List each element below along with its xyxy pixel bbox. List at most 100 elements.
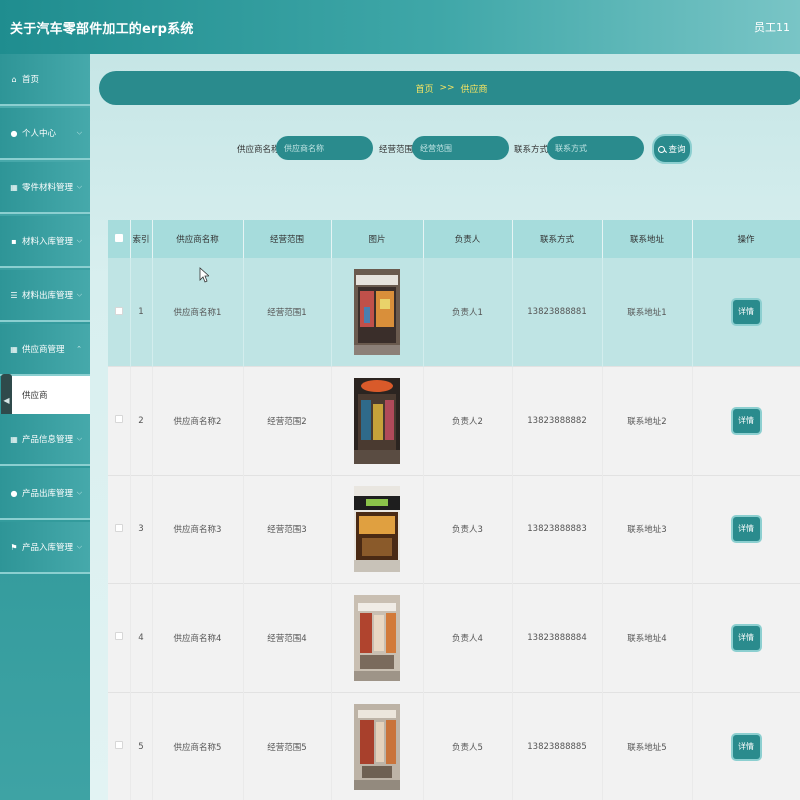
table-row[interactable]: 3 供应商名称3 经营范围3 负责人3 13823888883 联系地址3 详情 bbox=[108, 474, 800, 584]
sidebar-item-label: 零件材料管理 bbox=[22, 183, 74, 193]
mouse-cursor-icon bbox=[199, 267, 209, 283]
row-checkbox[interactable] bbox=[114, 632, 123, 641]
cell-business-scope: 经营范围5 bbox=[243, 691, 332, 800]
cell-address: 联系地址5 bbox=[602, 691, 693, 800]
sidebar-item-label: 产品出库管理 bbox=[22, 489, 74, 499]
sidebar-item-parts-materials[interactable]: ▦ 零件材料管理 ⌵ bbox=[0, 162, 90, 214]
row-select-cell bbox=[108, 474, 131, 584]
contact-input[interactable] bbox=[547, 136, 644, 160]
sidebar-item-material-inbound[interactable]: ▪ 材料入库管理 ⌵ bbox=[0, 216, 90, 268]
column-header: 经营范围 bbox=[243, 220, 332, 258]
search-button-label: 查询 bbox=[668, 145, 686, 155]
cell-action: 详情 bbox=[692, 366, 800, 475]
sidebar-item-home[interactable]: ⌂ 首页 bbox=[0, 54, 90, 106]
sidebar-item-label: 个人中心 bbox=[22, 129, 57, 139]
cell-manager: 负责人4 bbox=[423, 583, 513, 692]
cell-manager: 负责人3 bbox=[423, 474, 513, 584]
home-icon: ⌂ bbox=[11, 74, 17, 84]
sidebar-item-personal-center[interactable]: ● 个人中心 ⌵ bbox=[0, 108, 90, 160]
cell-image bbox=[331, 691, 424, 800]
sidebar-subitem-supplier[interactable]: 供应商 bbox=[12, 376, 90, 414]
list-icon: ☰ bbox=[10, 290, 18, 300]
chevron-down-icon: ⌵ bbox=[76, 128, 82, 137]
cell-phone: 13823888883 bbox=[512, 474, 603, 584]
table-row[interactable]: 2 供应商名称2 经营范围2 负责人2 13823888882 联系地址2 详情 bbox=[108, 366, 800, 475]
cell-business-scope: 经营范围1 bbox=[243, 258, 332, 367]
table-row[interactable]: 4 供应商名称4 经营范围4 负责人4 13823888884 联系地址4 详情 bbox=[108, 583, 800, 692]
cell-phone: 13823888884 bbox=[512, 583, 603, 692]
chevron-up-icon: ⌃ bbox=[76, 345, 82, 353]
grid-icon: ▦ bbox=[10, 344, 18, 354]
breadcrumb-current: 供应商 bbox=[460, 84, 488, 95]
app-title: 关于汽车零部件加工的erp系统 bbox=[10, 21, 194, 37]
cell-manager: 负责人2 bbox=[423, 366, 513, 475]
cell-image bbox=[331, 474, 424, 584]
row-checkbox[interactable] bbox=[114, 741, 123, 749]
search-icon bbox=[658, 145, 666, 153]
row-checkbox[interactable] bbox=[114, 523, 123, 532]
sidebar-item-label: 首页 bbox=[22, 75, 40, 85]
cell-index: 2 bbox=[130, 366, 153, 475]
detail-button[interactable]: 详情 bbox=[732, 300, 760, 324]
sidebar-item-label: 产品入库管理 bbox=[22, 543, 74, 553]
sidebar-item-product-info[interactable]: ▦ 产品信息管理 ⌵ bbox=[0, 414, 90, 466]
detail-button[interactable]: 详情 bbox=[732, 625, 760, 650]
table-header-row: 索引 供应商名称 经营范围 图片 负责人 联系方式 联系地址 操作 bbox=[108, 220, 800, 258]
row-select-cell bbox=[108, 366, 131, 475]
cell-index: 5 bbox=[130, 691, 153, 800]
flag-icon: ⚑ bbox=[10, 542, 18, 552]
supplier-storefront-image[interactable] bbox=[354, 377, 400, 464]
search-bar: 供应商名称 经营范围 联系方式 查询 bbox=[90, 134, 800, 164]
business-scope-input[interactable] bbox=[412, 136, 509, 160]
supplier-name-input[interactable] bbox=[276, 136, 373, 160]
search-button[interactable]: 查询 bbox=[652, 134, 692, 164]
supplier-storefront-image[interactable] bbox=[354, 269, 400, 355]
sidebar-item-product-outbound[interactable]: ● 产品出库管理 ⌵ bbox=[0, 468, 90, 520]
contact-label: 联系方式 bbox=[514, 145, 549, 155]
cell-action: 详情 bbox=[692, 583, 800, 692]
sidebar-item-label: 材料出库管理 bbox=[22, 291, 74, 301]
cell-image bbox=[331, 258, 424, 367]
table-row[interactable]: 5 供应商名称5 经营范围5 负责人5 13823888885 联系地址5 详情 bbox=[108, 691, 800, 800]
chevron-down-icon: ⌵ bbox=[76, 488, 82, 497]
cell-action: 详情 bbox=[692, 474, 800, 584]
cell-business-scope: 经营范围3 bbox=[243, 474, 332, 584]
row-select-cell bbox=[108, 583, 131, 692]
arrow-left-icon: ◀ bbox=[3, 395, 10, 405]
sidebar-item-label: 产品信息管理 bbox=[22, 435, 74, 445]
cell-address: 联系地址1 bbox=[602, 258, 693, 367]
sidebar-item-supplier-management[interactable]: ▦ 供应商管理 ⌃ bbox=[0, 324, 90, 376]
row-checkbox[interactable] bbox=[114, 306, 123, 315]
cell-supplier-name: 供应商名称4 bbox=[152, 583, 244, 692]
cell-address: 联系地址4 bbox=[602, 583, 693, 692]
sidebar-subitem-label: 供应商 bbox=[22, 391, 48, 401]
select-all-checkbox[interactable] bbox=[114, 233, 123, 242]
cell-image bbox=[331, 583, 424, 692]
supplier-storefront-image[interactable] bbox=[354, 594, 400, 681]
chevron-down-icon: ⌵ bbox=[76, 542, 82, 551]
detail-button[interactable]: 详情 bbox=[732, 517, 760, 542]
cell-action: 详情 bbox=[692, 258, 800, 367]
supplier-storefront-image[interactable] bbox=[354, 486, 400, 573]
supplier-storefront-image[interactable] bbox=[354, 703, 400, 790]
row-checkbox[interactable] bbox=[114, 415, 123, 424]
chevron-down-icon: ⌵ bbox=[76, 434, 82, 443]
cell-image bbox=[331, 366, 424, 475]
sidebar: ⌂ 首页 ● 个人中心 ⌵ ▦ 零件材料管理 ⌵ ▪ 材料入库管理 ⌵ ☰ 材料… bbox=[0, 54, 90, 800]
bag-icon: ▪ bbox=[11, 236, 17, 246]
cell-index: 1 bbox=[130, 258, 153, 367]
chevron-down-icon: ⌵ bbox=[76, 236, 82, 245]
breadcrumb-separator: >> bbox=[439, 83, 455, 93]
main-content: 首页 >> 供应商 供应商名称 经营范围 联系方式 查询 索引 供应商名称 bbox=[90, 54, 800, 800]
cell-phone: 13823888885 bbox=[512, 691, 603, 800]
breadcrumb: 首页 >> 供应商 bbox=[99, 71, 800, 105]
cell-business-scope: 经营范围2 bbox=[243, 366, 332, 475]
current-user[interactable]: 员工11 bbox=[754, 19, 790, 35]
breadcrumb-home[interactable]: 首页 bbox=[415, 82, 433, 95]
detail-button[interactable]: 详情 bbox=[732, 408, 760, 433]
sidebar-item-material-outbound[interactable]: ☰ 材料出库管理 ⌵ bbox=[0, 270, 90, 322]
sidebar-item-product-inbound[interactable]: ⚑ 产品入库管理 ⌵ bbox=[0, 522, 90, 574]
table-row[interactable]: 1 供应商名称1 经营范围1 负责人1 13823888881 联系地址1 详情 bbox=[108, 258, 800, 367]
detail-button[interactable]: 详情 bbox=[732, 734, 760, 759]
chevron-down-icon: ⌵ bbox=[76, 182, 82, 191]
